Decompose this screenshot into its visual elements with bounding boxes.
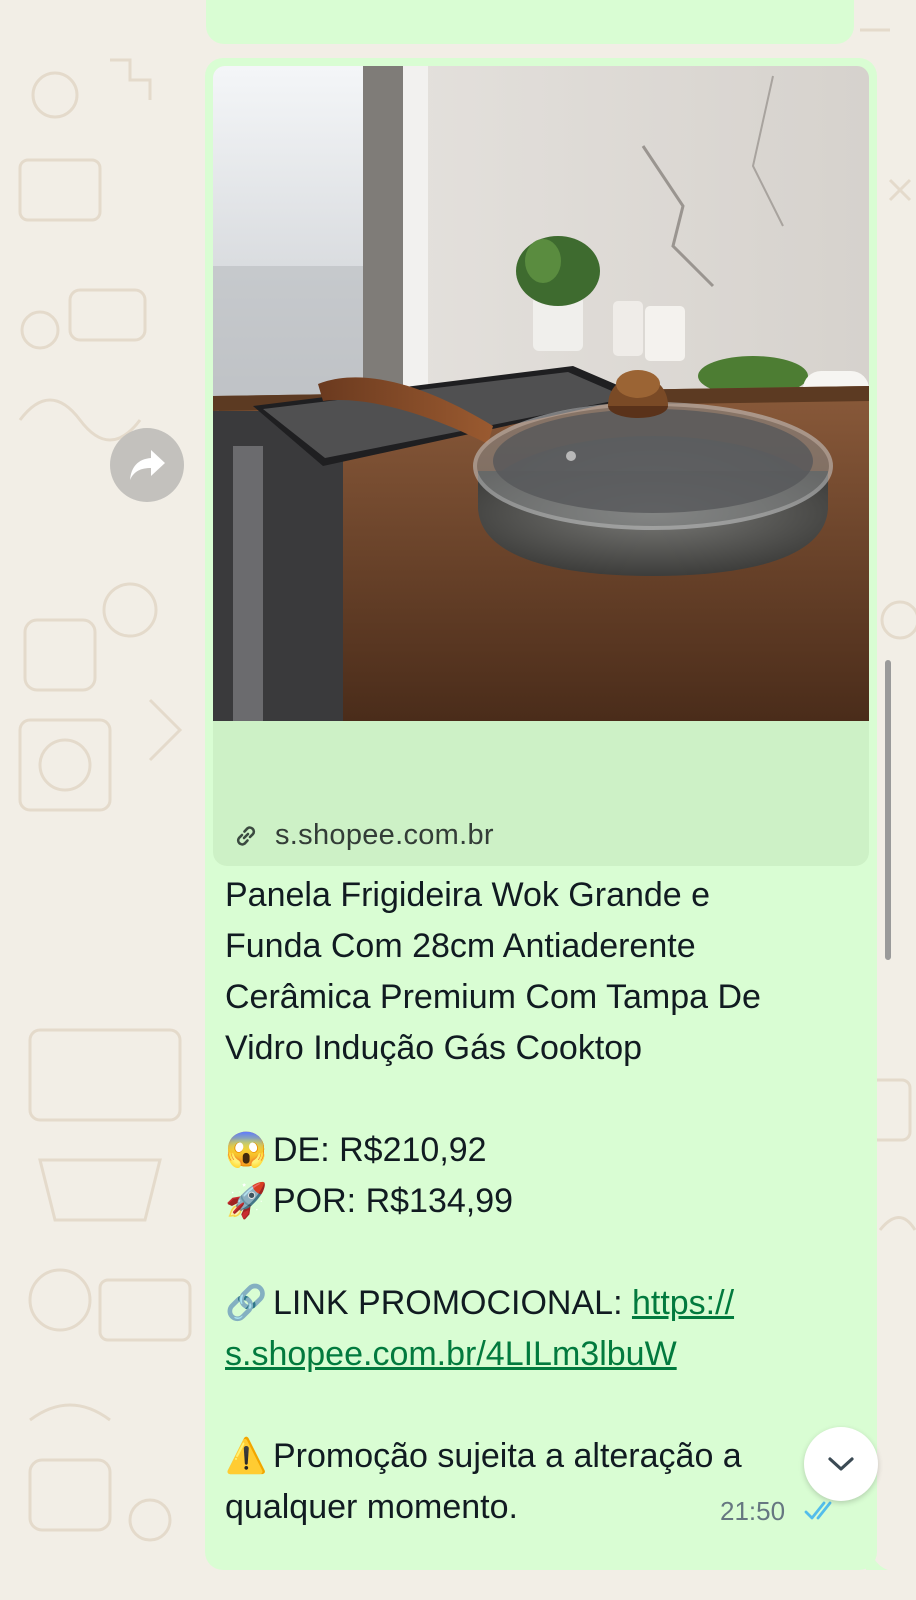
- warning-line-1: Promoção sujeita a alteração a: [273, 1437, 742, 1475]
- double-check-read-icon: [804, 1501, 832, 1520]
- promo-link-url-part-1[interactable]: https://: [632, 1284, 734, 1322]
- wok-pan-product-photo: [213, 66, 869, 721]
- link-preview-domain[interactable]: s.shopee.com.br: [275, 819, 494, 852]
- forward-arrow-icon: [130, 450, 165, 480]
- link-icon: [236, 826, 256, 846]
- warning-emoji-icon: ⚠️: [225, 1437, 268, 1475]
- link-emoji-icon: 🔗: [225, 1284, 268, 1322]
- promo-link-label: LINK PROMOCIONAL:: [273, 1284, 632, 1322]
- scroll-to-bottom-button[interactable]: [804, 1427, 878, 1501]
- warning-line-2: qualquer momento.: [225, 1488, 518, 1526]
- message-time: 21:50: [720, 1496, 786, 1526]
- shocked-emoji-icon: 😱: [225, 1131, 268, 1169]
- product-title-line-3: Cerâmica Premium Com Tampa De: [225, 978, 761, 1016]
- promo-link-url-part-2[interactable]: s.shopee.com.br/4LILm3lbuW: [225, 1335, 677, 1373]
- chevron-down-icon: [828, 1457, 854, 1471]
- product-title-line-1: Panela Frigideira Wok Grande e: [225, 876, 711, 914]
- rocket-emoji-icon: 🚀: [225, 1182, 268, 1220]
- product-title-line-2: Funda Com 28cm Antiaderente: [225, 927, 696, 965]
- scrollbar[interactable]: [885, 660, 891, 960]
- forward-button[interactable]: [110, 428, 184, 502]
- link-preview-image[interactable]: [213, 66, 869, 721]
- bubble-tail: [866, 1538, 888, 1570]
- product-title-line-4: Vidro Indução Gás Cooktop: [225, 1029, 643, 1067]
- price-from: DE: R$210,92: [273, 1131, 487, 1169]
- previous-message-bubble[interactable]: [206, 0, 854, 44]
- link-preview-footer[interactable]: s.shopee.com.br: [213, 721, 869, 866]
- price-to: POR: R$134,99: [273, 1182, 514, 1220]
- message-text: Panela Frigideira Wok Grande e Funda Com…: [225, 870, 855, 1533]
